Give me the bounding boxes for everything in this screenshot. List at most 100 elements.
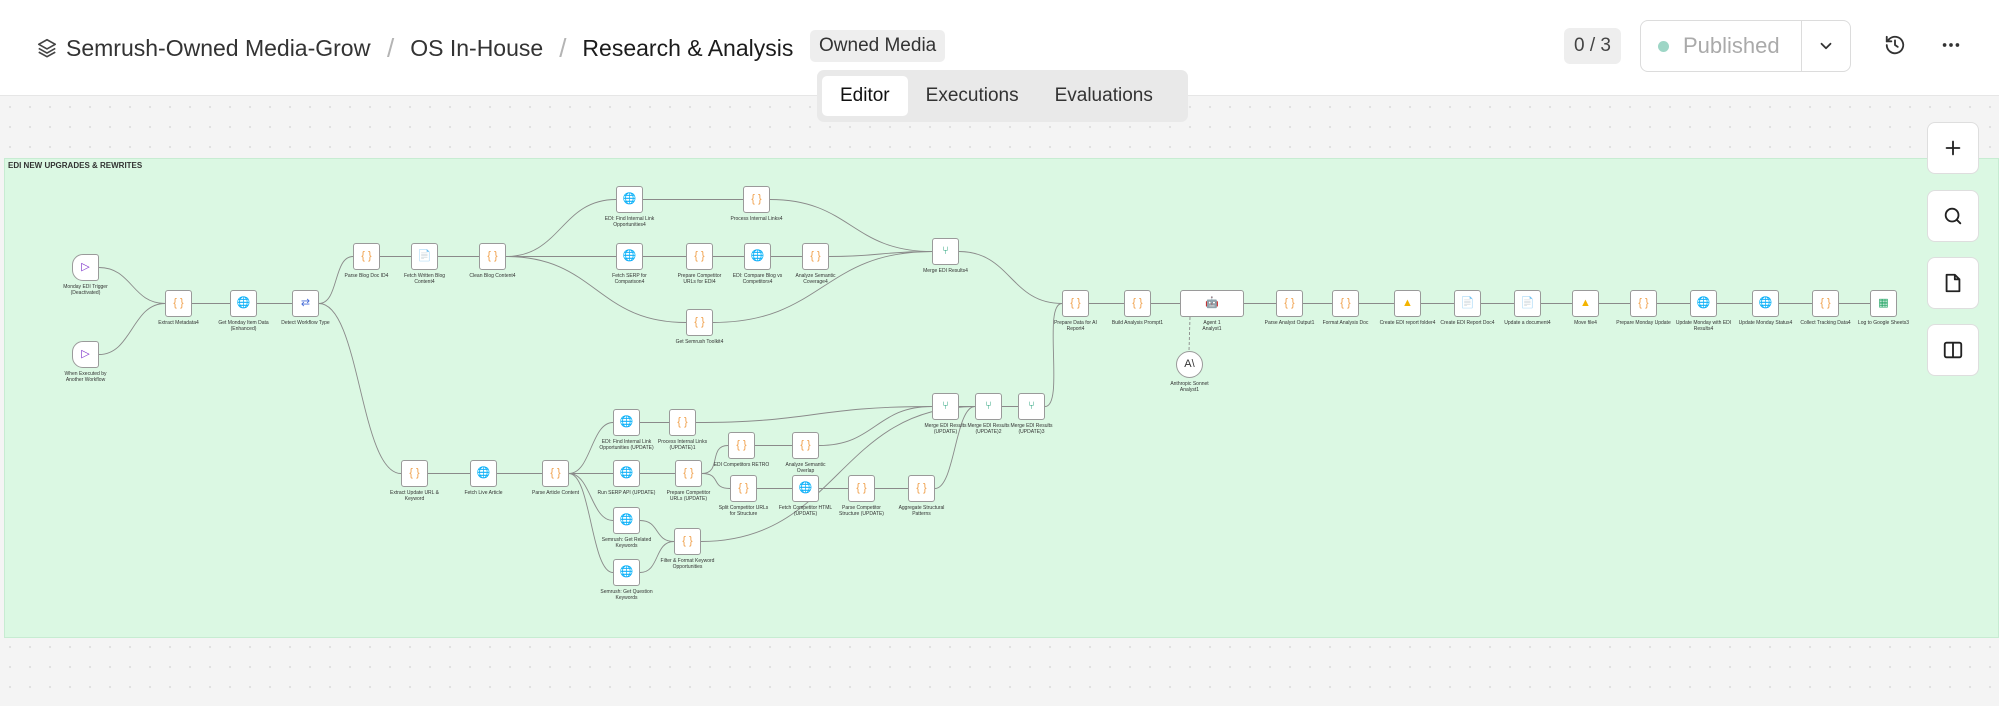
- code-icon: { }: [1284, 297, 1295, 309]
- workflow-node[interactable]: { }: [1124, 290, 1151, 317]
- connection-line[interactable]: [695, 406, 933, 423]
- connection-line[interactable]: [505, 256, 687, 323]
- workflow-node[interactable]: 🤖: [1180, 290, 1244, 317]
- connection-line[interactable]: [318, 256, 354, 304]
- workflow-node[interactable]: ⑂: [932, 393, 959, 420]
- google-drive-icon: ▲: [1402, 297, 1413, 309]
- workflow-node[interactable]: 🌐: [613, 507, 640, 534]
- workflow-node[interactable]: ⇄: [292, 290, 319, 317]
- code-icon: { }: [409, 467, 420, 479]
- workflow-node[interactable]: { }: [669, 409, 696, 436]
- tab-evaluations[interactable]: Evaluations: [1037, 76, 1171, 116]
- workflow-node[interactable]: { }: [479, 243, 506, 270]
- workflow-node[interactable]: ▷: [72, 254, 99, 281]
- google-docs-icon: 📄: [417, 250, 432, 262]
- http-icon: 🌐: [622, 193, 637, 205]
- http-icon: 🌐: [1758, 297, 1773, 309]
- node-label: Detect Workflow Type: [281, 320, 330, 326]
- workflow-node[interactable]: { }: [792, 432, 819, 459]
- workflow-node[interactable]: 🌐: [470, 460, 497, 487]
- tab-executions[interactable]: Executions: [908, 76, 1037, 116]
- node-label: Get Monday Item Data (Enhanced): [218, 320, 269, 332]
- workflow-node[interactable]: { }: [728, 432, 755, 459]
- node-label: Format Analysis Doc: [1322, 320, 1369, 326]
- code-icon: { }: [738, 482, 749, 494]
- connection-line[interactable]: [98, 303, 166, 355]
- view-tabs: Editor Executions Evaluations: [817, 70, 1188, 122]
- code-icon: { }: [800, 439, 811, 451]
- connection-line[interactable]: [958, 251, 1063, 304]
- code-icon: { }: [682, 535, 693, 547]
- connection-line[interactable]: [769, 199, 933, 252]
- workflow-node[interactable]: 🌐: [613, 559, 640, 586]
- connection-line[interactable]: [568, 473, 614, 521]
- node-label: Aggregate Structural Patterns: [898, 505, 945, 517]
- code-icon: { }: [810, 250, 821, 262]
- code-icon: { }: [1070, 297, 1081, 309]
- node-label: Extract Update URL & Keyword: [389, 490, 439, 502]
- workflow-node[interactable]: 🌐: [1752, 290, 1779, 317]
- workflow-node[interactable]: { }: [848, 475, 875, 502]
- workflow-node[interactable]: { }: [686, 309, 713, 336]
- workflow-node[interactable]: { }: [353, 243, 380, 270]
- workflow-node[interactable]: 🌐: [230, 290, 257, 317]
- workflow-node[interactable]: ⑂: [932, 238, 959, 265]
- code-icon: { }: [856, 482, 867, 494]
- workflow-node[interactable]: 🌐: [613, 460, 640, 487]
- workflow-node[interactable]: ▲: [1394, 290, 1421, 317]
- workflow-node[interactable]: { }: [1276, 290, 1303, 317]
- node-label: Semrush: Get Question Keywords: [600, 589, 653, 601]
- node-label: Process Internal Links (UPDATE)1: [657, 439, 708, 451]
- workflow-node[interactable]: { }: [1062, 290, 1089, 317]
- search-icon: [1944, 207, 1962, 225]
- connection-line[interactable]: [701, 473, 731, 489]
- workflow-node[interactable]: 📄: [411, 243, 438, 270]
- workflow-node[interactable]: { }: [1630, 290, 1657, 317]
- tab-editor[interactable]: Editor: [822, 76, 908, 116]
- switch-icon: ⇄: [300, 297, 311, 309]
- workflow-node[interactable]: A\: [1176, 351, 1203, 378]
- code-icon: { }: [173, 297, 184, 309]
- workflow-node[interactable]: { }: [802, 243, 829, 270]
- workflow-node[interactable]: { }: [165, 290, 192, 317]
- http-icon: 🌐: [622, 250, 637, 262]
- workflow-node[interactable]: 🌐: [616, 243, 643, 270]
- workflow-node[interactable]: ▦: [1870, 290, 1897, 317]
- workflow-node[interactable]: 🌐: [1690, 290, 1717, 317]
- workflow-node[interactable]: 📄: [1514, 290, 1541, 317]
- node-label: EDI: Find Internal Link Opportunities4: [604, 216, 655, 228]
- connection-line[interactable]: [318, 303, 402, 474]
- workflow-node[interactable]: { }: [1812, 290, 1839, 317]
- code-icon: { }: [1638, 297, 1649, 309]
- workflow-node[interactable]: 🌐: [744, 243, 771, 270]
- workflow-node[interactable]: { }: [1332, 290, 1359, 317]
- workflow-node[interactable]: ⑂: [975, 393, 1002, 420]
- workflow-node[interactable]: { }: [542, 460, 569, 487]
- workflow-node[interactable]: ▲: [1572, 290, 1599, 317]
- connection-line[interactable]: [568, 473, 614, 573]
- workflow-node[interactable]: { }: [730, 475, 757, 502]
- add-node-button[interactable]: [1927, 122, 1979, 174]
- workflow-node[interactable]: 📄: [1454, 290, 1481, 317]
- workflow-node[interactable]: { }: [743, 186, 770, 213]
- connection-line[interactable]: [1044, 303, 1063, 407]
- connection-line[interactable]: [505, 199, 617, 257]
- add-sticky-button[interactable]: [1927, 257, 1979, 309]
- workflow-node[interactable]: { }: [675, 460, 702, 487]
- workflow-node[interactable]: 🌐: [792, 475, 819, 502]
- merge-icon: ⑂: [942, 245, 949, 257]
- http-icon: 🌐: [1696, 297, 1711, 309]
- code-icon: { }: [736, 439, 747, 451]
- workflow-node[interactable]: 🌐: [613, 409, 640, 436]
- workflow-node[interactable]: ⑂: [1018, 393, 1045, 420]
- workflow-node[interactable]: 🌐: [616, 186, 643, 213]
- execute-workflow-icon: ▷: [81, 348, 90, 360]
- sticky-note-icon: [1945, 273, 1961, 293]
- workflow-node[interactable]: { }: [908, 475, 935, 502]
- workflow-node[interactable]: { }: [686, 243, 713, 270]
- workflow-node[interactable]: { }: [674, 528, 701, 555]
- search-nodes-button[interactable]: [1927, 190, 1979, 242]
- workflow-node[interactable]: ▷: [72, 341, 99, 368]
- toggle-panel-button[interactable]: [1927, 324, 1979, 376]
- workflow-node[interactable]: { }: [401, 460, 428, 487]
